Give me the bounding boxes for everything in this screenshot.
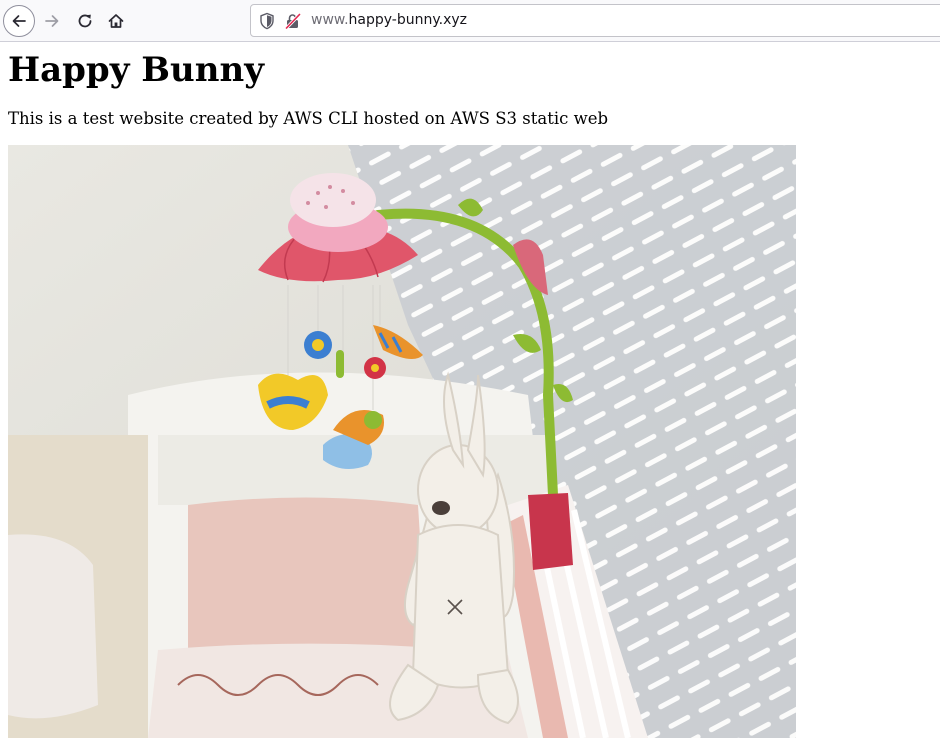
home-icon (108, 14, 124, 28)
page-description: This is a test website created by AWS CL… (8, 109, 609, 128)
crib-photo-illustration (8, 145, 796, 738)
back-button[interactable] (3, 5, 35, 37)
reload-icon (78, 14, 92, 28)
url-domain: happy-bunny.xyz (348, 12, 467, 28)
arrow-right-icon (45, 15, 59, 27)
browser-toolbar: www.happy-bunny.xyz (0, 0, 940, 42)
page-content: Happy Bunny This is a test website creat… (0, 42, 940, 738)
page-image (8, 145, 796, 738)
url-prefix: www. (311, 12, 349, 28)
home-button[interactable] (100, 5, 132, 37)
reload-button[interactable] (69, 5, 101, 37)
address-bar[interactable]: www.happy-bunny.xyz (250, 4, 940, 37)
red-flower-toy (364, 357, 386, 379)
arrow-left-icon (12, 15, 26, 27)
forward-button[interactable] (36, 5, 68, 37)
url-text[interactable]: www.happy-bunny.xyz (311, 12, 467, 28)
shield-icon[interactable] (259, 12, 275, 30)
insecure-connection-icon[interactable] (285, 13, 301, 29)
page-title: Happy Bunny (8, 50, 264, 90)
blue-flower-toy (304, 331, 332, 359)
